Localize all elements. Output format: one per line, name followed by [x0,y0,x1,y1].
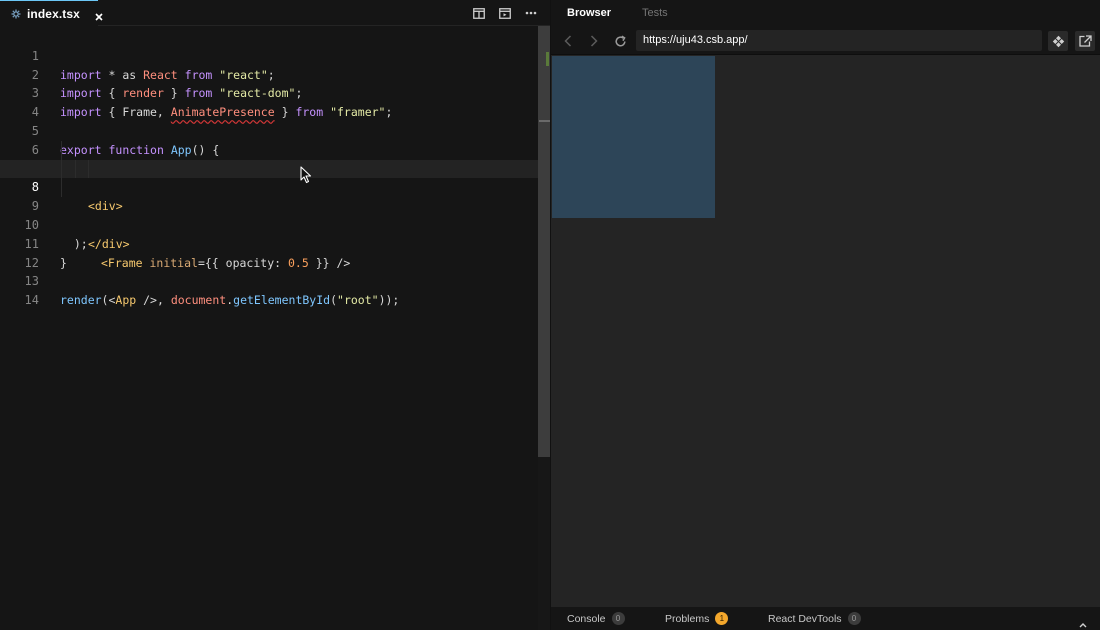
more-icon[interactable] [518,5,544,21]
tab-react-devtools[interactable]: React DevTools 0 [768,612,861,625]
code-line: 4 [0,84,538,119]
code-token: ( [330,293,338,308]
tab-react-devtools-label: React DevTools [768,612,842,625]
code-line: 10 ); [0,197,538,251]
split-view-icon[interactable] [466,5,492,21]
code-line: 9 </div> [0,178,538,251]
devtools-icon[interactable] [1048,31,1068,51]
tab-filename: index.tsx [27,6,80,21]
open-external-icon[interactable] [1075,31,1095,51]
indent-guide [75,159,76,179]
code-editor-pane: index.tsx 1 import * as React from "reac… [0,0,550,630]
code-line: 5 export function App() { [0,103,538,157]
editor-tab-bar: index.tsx [0,0,550,26]
chevron-left-icon[interactable] [560,33,576,49]
close-icon[interactable] [94,9,104,21]
refresh-icon[interactable] [612,33,628,49]
code-line: 12 [0,235,538,270]
rendered-frame [552,56,715,218]
chevron-right-icon[interactable] [586,33,602,49]
code-token: />, [136,293,171,308]
tab-console[interactable]: Console 0 [567,612,625,625]
code-token: (< [101,293,116,308]
editor-scrollbar-thumb[interactable] [538,26,550,457]
code-line: 1 import * as React from "react"; [0,28,538,82]
code-token: document [170,293,227,308]
code-line: 7 <div> [0,140,538,213]
tab-console-label: Console [567,612,606,625]
code-line: 13 render(<App />, document.getElementBy… [0,254,538,307]
code-line: 3 import { Frame, AnimatePresence } from… [0,66,538,119]
open-preview-icon[interactable] [492,5,518,21]
preview-tab-bar: Browser Tests [551,0,1100,26]
console-count-badge: 0 [611,612,625,625]
tab-tests[interactable]: Tests [642,7,668,19]
code-line-active: 8 <Frame initial={{ opacity: 0.5 }} /> [0,159,538,270]
code-token: "root" [337,293,379,308]
gear-icon [11,9,21,19]
tab-browser[interactable]: Browser [567,7,611,19]
indent-guide [88,159,89,179]
code-line: 14 [0,272,538,307]
preview-pane: Browser Tests https://uju43.csb.app/ Con… [550,0,1100,630]
code-token: App [115,293,137,308]
code-line: 11 } [0,216,538,270]
code-line: 2 import { render } from "react-dom"; [0,47,538,101]
code-token: getElementById [233,293,331,308]
line-number: 14 [24,293,39,308]
minimap-cursor-marker [539,120,550,122]
indent-guide [61,178,62,198]
code-token: render [60,293,102,308]
minimap-change-marker [546,52,549,66]
indent-guide [61,159,62,179]
tab-problems-label: Problems [665,612,710,625]
browser-nav-bar: https://uju43.csb.app/ [551,26,1100,55]
code-area[interactable]: 1 import * as React from "react"; 2 impo… [0,28,538,307]
devtools-bottom-bar: Console 0 Problems 1 React DevTools 0 [551,607,1100,630]
editor-tab-index-tsx[interactable]: index.tsx [0,0,103,26]
editor-actions [466,5,544,21]
chevron-up-icon[interactable] [1079,615,1087,628]
problems-count-badge: 1 [715,612,729,625]
devtools-count-badge: 0 [847,612,861,625]
url-input[interactable]: https://uju43.csb.app/ [636,30,1042,51]
mouse-pointer-icon [300,166,312,184]
code-line: 6 return ( [0,122,538,176]
code-token: )); [378,293,400,308]
tab-problems[interactable]: Problems 1 [665,612,729,625]
indent-guide [61,140,62,160]
